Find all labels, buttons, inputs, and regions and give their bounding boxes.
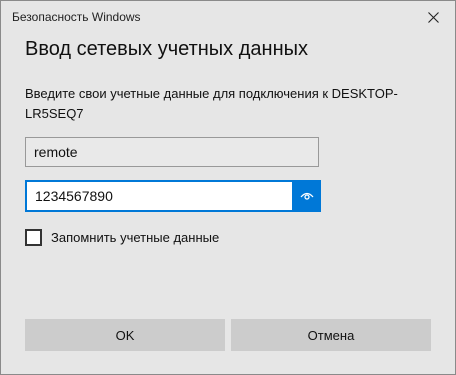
remember-label: Запомнить учетные данные [51,230,220,245]
dialog-heading: Ввод сетевых учетных данных [25,38,308,60]
dialog-description: Введите свои учетные данные для подключе… [25,86,398,121]
close-button[interactable] [411,1,455,33]
reveal-password-button[interactable] [292,180,321,212]
window-title: Безопасность Windows [12,10,141,24]
remember-checkbox[interactable] [25,229,42,246]
password-field[interactable] [25,180,292,212]
ok-button[interactable]: OK [25,319,225,351]
credentials-dialog: Безопасность Windows Ввод сетевых учетны… [0,0,456,375]
title-bar: Безопасность Windows [1,1,455,33]
username-field[interactable] [25,137,319,167]
remember-credentials[interactable]: Запомнить учетные данные [25,229,219,246]
cancel-button[interactable]: Отмена [231,319,431,351]
eye-icon [300,192,313,200]
close-icon [427,11,439,23]
